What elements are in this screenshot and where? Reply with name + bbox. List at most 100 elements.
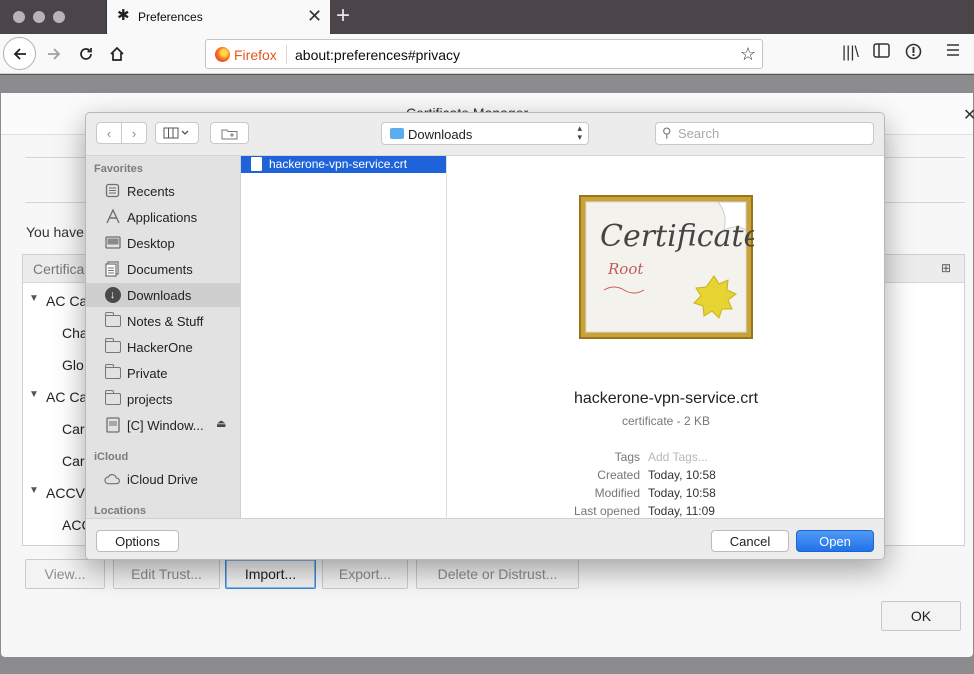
- meta-value: Today, 11:09: [648, 504, 715, 518]
- home-icon: [110, 46, 124, 61]
- folder-icon: [104, 337, 121, 354]
- edit-trust-button[interactable]: Edit Trust...: [113, 559, 220, 589]
- sidebar-item-recents[interactable]: Recents: [86, 179, 240, 203]
- sidebar-item-notes-and-stuff[interactable]: Notes & Stuff: [86, 309, 240, 333]
- sidebar-item-label: [C] Window...: [127, 418, 204, 433]
- sidebar-item-windows-drive[interactable]: [C] Window... ⏏: [86, 413, 240, 437]
- close-window-button[interactable]: [13, 11, 25, 23]
- navigation-bar: Firefox about:preferences#privacy ☆ |||\: [0, 34, 974, 74]
- file-name: hackerone-vpn-service.crt: [269, 157, 408, 171]
- meta-label: Tags: [614, 450, 640, 464]
- cancel-button[interactable]: Cancel: [711, 530, 789, 552]
- url-text[interactable]: about:preferences#privacy: [295, 47, 460, 63]
- search-field[interactable]: ⚲: [655, 122, 874, 145]
- close-tab-icon[interactable]: ✕: [307, 7, 322, 25]
- url-bar[interactable]: Firefox about:preferences#privacy ☆: [205, 39, 763, 69]
- sidebar-item-hackerone[interactable]: HackerOne: [86, 335, 240, 359]
- eject-icon[interactable]: ⏏: [216, 417, 226, 430]
- tree-row-label: Car: [62, 421, 85, 437]
- back-button[interactable]: [3, 37, 36, 70]
- search-icon: ⚲: [662, 125, 672, 140]
- options-button[interactable]: Options: [96, 530, 179, 552]
- sidebar-item-label: Private: [127, 366, 168, 381]
- tree-row-label: AC Ca: [46, 293, 88, 309]
- meta-label: Last opened: [573, 504, 640, 518]
- sidebar-item-downloads[interactable]: ↓ Downloads: [86, 283, 240, 307]
- identity-label: Firefox: [234, 47, 277, 63]
- close-icon[interactable]: ✕: [963, 105, 974, 125]
- cloud-icon: [104, 471, 121, 486]
- chevron-right-icon: ›: [131, 125, 137, 141]
- minimize-window-button[interactable]: [33, 11, 45, 23]
- sidebar-item-desktop[interactable]: Desktop: [86, 231, 240, 255]
- open-button[interactable]: Open: [796, 530, 874, 552]
- preview-pane: Certificate Root hackerone-vpn-service.c…: [447, 156, 884, 518]
- recents-icon: [104, 183, 121, 198]
- location-popup[interactable]: Downloads ▴ ▾: [381, 122, 589, 145]
- dialog-button-bar: Options Cancel Open: [86, 518, 884, 559]
- certificate-heading: Certificate: [600, 219, 754, 254]
- downloads-icon: ↓: [104, 286, 121, 303]
- sidebar-item-label: projects: [127, 392, 173, 407]
- sidebar-item-label: iCloud Drive: [127, 472, 198, 487]
- documents-icon: [104, 260, 121, 277]
- zoom-window-button[interactable]: [53, 11, 65, 23]
- open-file-dialog: ‹ › Downloads ▴▾ ⚲ Favorites Recents: [85, 112, 885, 560]
- delete-or-distrust-button[interactable]: Delete or Distrust...: [416, 559, 579, 589]
- twisty-icon[interactable]: ▼: [29, 293, 39, 304]
- export-button[interactable]: Export...: [322, 559, 408, 589]
- extension-icon[interactable]: [905, 43, 922, 66]
- import-button[interactable]: Import...: [225, 559, 316, 589]
- tab-preferences[interactable]: ✱ Preferences ✕: [106, 0, 330, 34]
- sidebar-item-projects[interactable]: projects: [86, 387, 240, 411]
- firefox-icon: [215, 47, 230, 62]
- meta-label: Modified: [594, 486, 640, 500]
- view-mode-button[interactable]: [155, 122, 199, 144]
- back-nav-button[interactable]: ‹: [96, 122, 122, 144]
- new-folder-button[interactable]: [210, 122, 249, 144]
- certificate-thumbnail-icon: Certificate Root: [579, 195, 754, 339]
- search-input[interactable]: [678, 126, 868, 141]
- tab-title: Preferences: [138, 10, 203, 24]
- columns-view-icon: [163, 127, 189, 139]
- sidebar-item-documents[interactable]: Documents: [86, 257, 240, 281]
- sidebar-item-private[interactable]: Private: [86, 361, 240, 385]
- tree-row-label: AC Ca: [46, 389, 88, 405]
- drive-icon: [104, 416, 121, 433]
- add-tags-field[interactable]: Add Tags...: [648, 450, 708, 464]
- view-button[interactable]: View...: [25, 559, 105, 589]
- bookmark-star-icon[interactable]: ☆: [740, 44, 756, 64]
- icloud-header: iCloud: [94, 451, 129, 463]
- twisty-icon[interactable]: ▼: [29, 389, 39, 400]
- folder-icon: [104, 389, 121, 406]
- sidebar-item-icloud-drive[interactable]: iCloud Drive: [86, 467, 240, 491]
- forward-nav-button[interactable]: ›: [121, 122, 147, 144]
- downloads-folder-icon: [390, 128, 404, 139]
- home-button[interactable]: [101, 38, 133, 70]
- menu-icon[interactable]: [946, 43, 960, 63]
- locations-header: Locations: [94, 505, 146, 517]
- library-icon[interactable]: |||\: [842, 43, 859, 63]
- back-arrow-icon: [13, 47, 26, 60]
- reload-button[interactable]: [70, 38, 102, 70]
- sidebar-icon[interactable]: [873, 43, 890, 64]
- column-picker-icon[interactable]: ⊞: [941, 261, 951, 275]
- folder-icon: [104, 311, 121, 328]
- forward-button[interactable]: [38, 38, 70, 70]
- ok-button[interactable]: OK: [881, 601, 961, 631]
- file-row-selected[interactable]: hackerone-vpn-service.crt: [241, 156, 446, 173]
- new-folder-icon: [221, 129, 237, 139]
- forward-arrow-icon: [48, 48, 61, 60]
- preview-file-name: hackerone-vpn-service.crt: [573, 390, 759, 407]
- new-tab-button[interactable]: +: [336, 3, 350, 29]
- file-list-column[interactable]: hackerone-vpn-service.crt: [241, 156, 447, 518]
- tree-row-label: Glo: [62, 357, 84, 373]
- gear-icon: ✱: [117, 7, 130, 24]
- twisty-icon[interactable]: ▼: [29, 485, 39, 496]
- folder-icon: [104, 363, 121, 380]
- sidebar-item-applications[interactable]: Applications: [86, 205, 240, 229]
- sidebar-item-label: Documents: [127, 262, 193, 277]
- tree-row-label: ACCV: [46, 485, 85, 501]
- column-header-label: Certifica: [33, 261, 85, 277]
- cert-manager-description: You have: [26, 224, 84, 240]
